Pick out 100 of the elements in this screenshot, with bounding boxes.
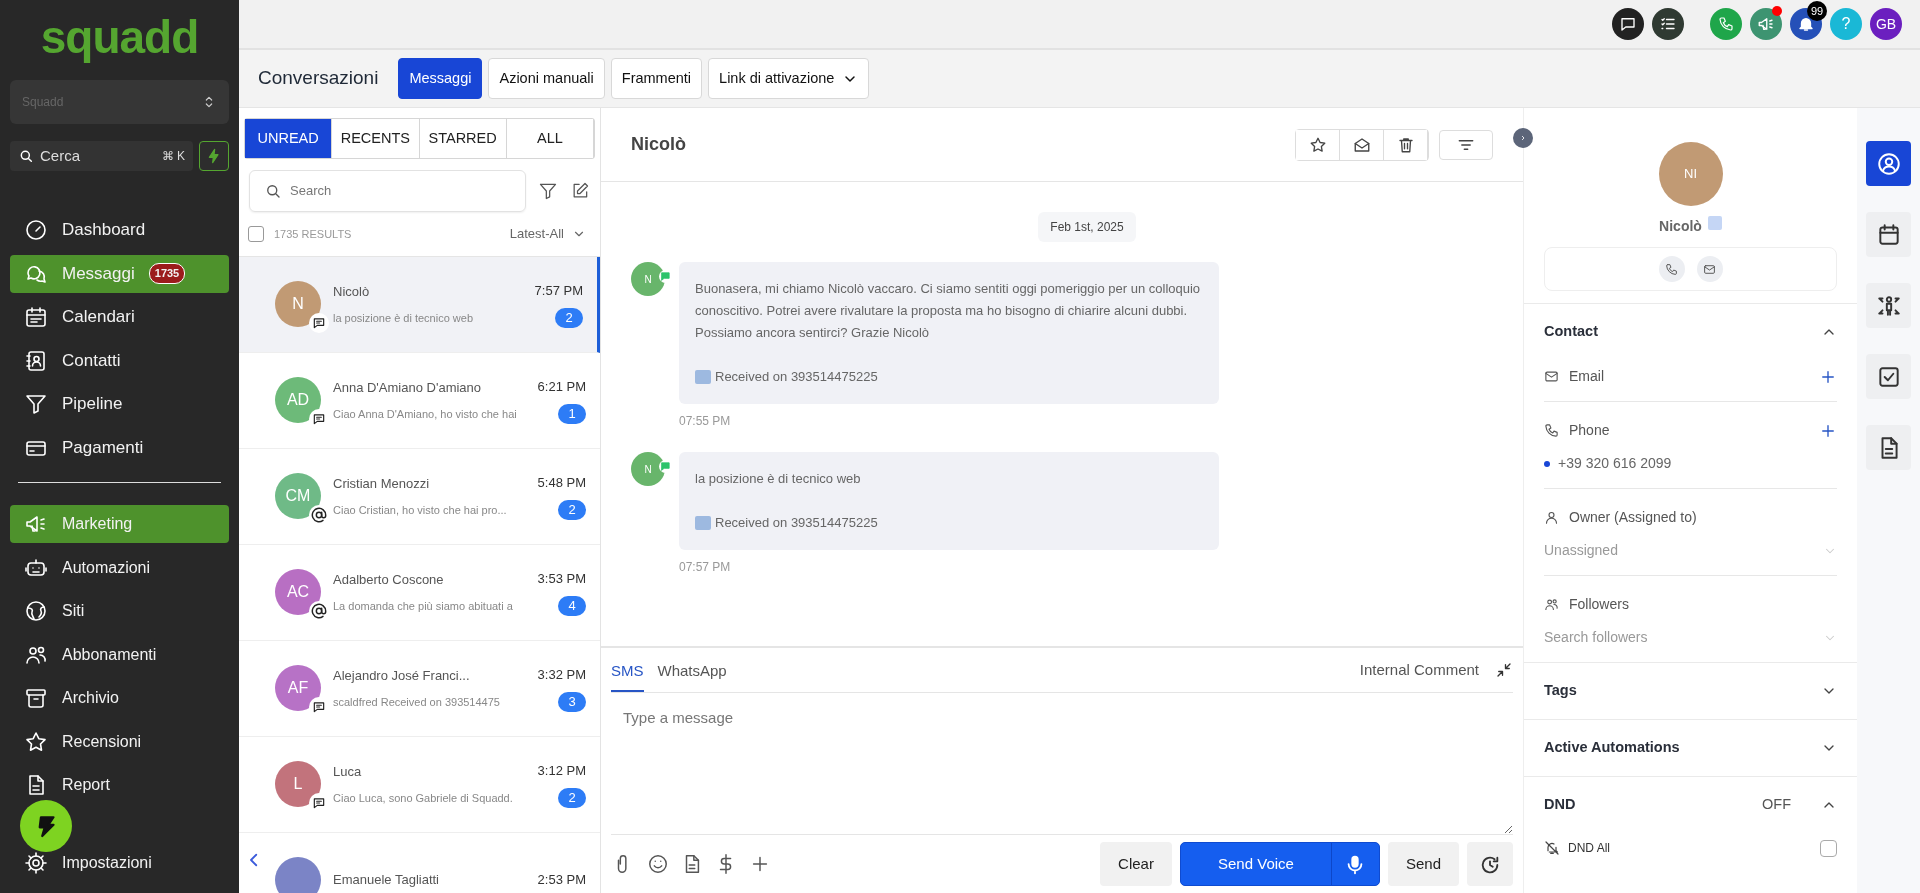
filter-button[interactable] [1439, 129, 1493, 160]
notifications-button[interactable] [1790, 8, 1822, 40]
email-button[interactable] [1696, 256, 1723, 282]
message-preview: Ciao Anna D'Amiano, ho visto che hai [333, 406, 518, 422]
unread-count: 2 [558, 500, 586, 520]
conversation-row[interactable]: CM Cristian Menozzi Ciao Cristian, ho visto che hai pro... 5:48 PM 2 [239, 448, 600, 545]
conversation-row[interactable]: N Nicolò la posizione è di tecnico web 7:57 PM 2 [239, 256, 600, 353]
nav-item[interactable]: Automazioni [10, 548, 229, 587]
filter-tab[interactable]: UNREAD [245, 119, 333, 158]
mail-icon [1544, 369, 1559, 384]
nav-item[interactable]: Recensioni [10, 722, 229, 761]
phone-button[interactable] [1710, 8, 1742, 40]
user-avatar[interactable]: GB [1870, 8, 1902, 40]
bell-icon [1797, 15, 1815, 33]
conversation-row[interactable]: AF Alejandro José Franci... scaldfred Received on 393514475 3:32 PM 3 [239, 640, 600, 737]
timestamp: 07:57 PM [679, 559, 732, 576]
star-icon [24, 729, 48, 754]
search-field[interactable]: Search [249, 170, 526, 212]
call-button[interactable] [1658, 256, 1685, 282]
contact-name: Cristian Menozzi [333, 475, 431, 493]
side-tab[interactable] [1866, 425, 1911, 470]
envelope-icon [695, 370, 711, 384]
avatar: L [275, 761, 321, 807]
timestamp: 3:12 PM [537, 761, 586, 780]
side-tab[interactable] [1866, 212, 1911, 257]
header-tab[interactable]: Frammenti [610, 58, 703, 99]
announcements-button[interactable] [1750, 8, 1782, 40]
nav-item[interactable]: Abbonamenti [10, 635, 229, 674]
expand-button[interactable] [1513, 128, 1533, 148]
emoji-icon[interactable] [647, 853, 669, 876]
nav-item[interactable]: Dashboard [10, 211, 229, 249]
schedule-button[interactable] [1467, 842, 1513, 886]
user-icon [1544, 510, 1559, 525]
unread-count: 2 [558, 788, 586, 808]
section-title: Active Automations [1544, 738, 1680, 758]
trash-icon [1396, 135, 1415, 154]
message-preview: Ciao Luca, sono Gabriele di Squadd. [333, 790, 514, 806]
header-tab[interactable]: Messaggi [398, 58, 483, 99]
conversation-row[interactable]: AC Adalberto Coscone La domanda che più siamo abituati a 3:53 PM 4 [239, 544, 600, 641]
nav-item[interactable]: Report [10, 766, 229, 804]
conversation-row[interactable]: L Luca Ciao Luca, sono Gabriele di Squadd. 3:12 PM 2 [239, 736, 600, 833]
dnd-status: OFF [1762, 795, 1791, 815]
gauge-icon [24, 218, 48, 242]
gear-icon [24, 850, 48, 875]
funnel-icon [24, 392, 48, 416]
notification-count: 99 [1807, 1, 1827, 21]
channel-tab[interactable]: WhatsApp [657, 647, 727, 693]
nav-item[interactable]: Pipeline [10, 385, 229, 423]
tasks-button[interactable] [1652, 8, 1684, 40]
minimize-icon [1495, 661, 1513, 679]
nav-item[interactable]: Contatti [10, 341, 229, 380]
nav-item[interactable]: Siti [10, 592, 229, 630]
users-icon [1544, 597, 1559, 612]
message-preview: la posizione è di tecnico web [333, 310, 475, 326]
chat-icon [1619, 15, 1637, 33]
message-text: Buonasera, mi chiamo Nicolò vaccaro. Ci siamo sentiti oggi pomeriggio per un colloquio conoscitivo. Potrei avere rivalutare la proposta ma ho bisogno di chiarire alcuni dubbi. Possiamo ancora sentirci? Grazie Nicolò [695, 280, 1202, 342]
phone-icon [1718, 16, 1734, 32]
chat-button[interactable] [1612, 8, 1644, 40]
send-button[interactable]: Send [1387, 842, 1459, 886]
quick-action-button[interactable] [199, 141, 229, 171]
avatar: N [275, 281, 321, 327]
contact-name: Nicolò [1659, 217, 1702, 236]
checkbox[interactable] [1820, 839, 1837, 857]
page-title: Conversazioni [258, 67, 379, 90]
contact-name: Nicolò [333, 283, 371, 301]
clear-button[interactable]: Clear [1100, 842, 1172, 886]
unread-count: 2 [555, 308, 583, 328]
section-title: DND [1544, 795, 1576, 815]
contact-avatar: NI [1658, 142, 1723, 206]
megaphone-icon [1757, 15, 1775, 33]
timestamp: 6:21 PM [537, 377, 586, 396]
nav-item[interactable]: Archivio [10, 679, 229, 717]
nav-item[interactable]: Calendari [10, 298, 229, 336]
star-button[interactable] [1296, 129, 1340, 160]
contact-name: Nicolò [631, 133, 686, 156]
internal-comment-link[interactable]: Internal Comment [1359, 658, 1479, 682]
header-tab[interactable]: Azioni manuali [488, 58, 605, 99]
profile-icon [1875, 150, 1902, 177]
contact-name: Emanuele Tagliatti [333, 871, 440, 890]
nav-item[interactable]: Messaggi 1735 [10, 254, 229, 293]
received-info: Received on 393514475225 [715, 514, 878, 532]
results-count: 1735 RESULTS [274, 226, 352, 242]
message-preview: Ciao Cristian, ho visto che hai pro... [333, 502, 508, 518]
side-tab[interactable] [1866, 354, 1911, 399]
search-field[interactable]: Cerca ⌘ K [10, 141, 193, 171]
field-label: Email [1569, 367, 1604, 386]
unread-count: 4 [558, 596, 586, 616]
nav-item[interactable]: Impostazioni [10, 843, 229, 882]
side-tab[interactable] [1866, 283, 1911, 328]
message-preview: La domanda che più siamo abituati a [333, 598, 514, 614]
date-label: Feb 1st, 2025 [1038, 212, 1136, 242]
header-tab[interactable]: Link di attivazione [708, 58, 870, 99]
sort-dropdown[interactable]: Latest-All [509, 224, 586, 244]
nav-item[interactable]: Pagamenti [10, 428, 229, 467]
lightning-button[interactable] [20, 800, 72, 852]
side-tab[interactable] [1866, 141, 1911, 186]
conversation-row[interactable]: AD Anna D'Amiano D'amiano Ciao Anna D'Amiano, ho visto che hai 6:21 PM 1 [239, 352, 600, 449]
mail-icon [1703, 262, 1716, 276]
select-all-checkbox[interactable] [248, 225, 264, 242]
calendar-icon [24, 305, 48, 329]
